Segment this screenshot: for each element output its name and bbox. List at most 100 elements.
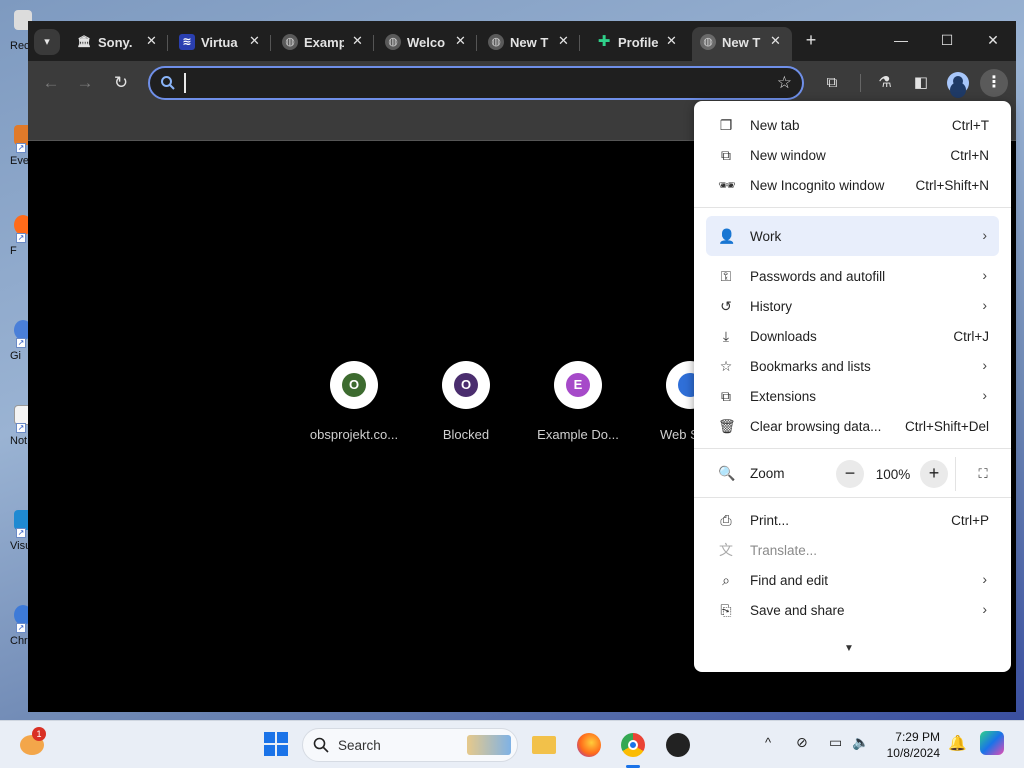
back-button[interactable]: ← — [40, 72, 62, 94]
menu-item-save-share[interactable]: ⎘ Save and share › — [694, 595, 1011, 625]
tab-title: New T — [510, 35, 549, 50]
address-input[interactable] — [184, 73, 744, 93]
taskbar-search[interactable]: Search — [302, 728, 518, 762]
reload-icon: ↻ — [113, 73, 129, 92]
start-button[interactable] — [263, 731, 291, 759]
tab[interactable]: ≋ Virtua ✕ — [171, 27, 271, 57]
menu-label: Bookmarks and lists — [750, 359, 871, 374]
display-icon[interactable]: ▭ — [829, 734, 842, 751]
taskbar-chrome[interactable] — [619, 731, 647, 759]
download-icon: ⤓ — [722, 328, 730, 344]
tab-title: Profile — [618, 35, 658, 50]
clock[interactable]: 7:29 PM 10/8/2024 — [887, 729, 940, 761]
taskbar-obs[interactable] — [664, 731, 692, 759]
close-icon[interactable]: ✕ — [666, 33, 677, 49]
bookmark-star-icon[interactable]: ☆ — [777, 73, 792, 93]
chevron-right-icon: › — [982, 387, 987, 403]
tab-active[interactable]: ◍ New T ✕ — [692, 27, 792, 61]
tab-title: Virtua — [201, 35, 238, 50]
extensions-button[interactable]: ⧉ — [821, 72, 843, 94]
menu-item-clear-data[interactable]: 🗑 Clear browsing data... Ctrl+Shift+Del — [694, 411, 1011, 441]
desktop-icon-label: Eve — [10, 155, 29, 167]
menu-item-history[interactable]: ↺ History › — [694, 291, 1011, 321]
search-icon — [313, 737, 329, 753]
taskbar-file-explorer[interactable] — [530, 731, 558, 759]
menu-item-passwords[interactable]: ⚿ Passwords and autofill › — [694, 261, 1011, 291]
minimize-button[interactable]: — — [886, 27, 916, 53]
folder-icon — [532, 736, 556, 754]
zoom-in-button[interactable]: + — [920, 460, 948, 488]
tab[interactable]: ◍ New T ✕ — [480, 27, 580, 57]
taskbar-firefox[interactable] — [575, 731, 603, 759]
chevron-up-icon[interactable]: ^ — [765, 735, 771, 750]
menu-item-print[interactable]: ⎙ Print... Ctrl+P — [694, 505, 1011, 535]
shortcut-tile[interactable]: O Blocked — [415, 361, 525, 451]
volume-icon[interactable]: 🔈 — [852, 734, 869, 751]
close-icon[interactable]: ✕ — [770, 33, 781, 49]
menu-label: Find and edit — [750, 573, 829, 588]
shortcut-arrow-icon: ↗ — [16, 143, 26, 153]
shortcut-letter: O — [454, 373, 478, 397]
new-tab-button[interactable]: + — [800, 29, 822, 51]
fullscreen-button[interactable]: ⛶ — [969, 460, 997, 488]
close-icon[interactable]: ✕ — [352, 33, 363, 49]
new-window-icon: ⧉ — [721, 147, 731, 163]
tab[interactable]: 🏛 Sony. ✕ — [68, 27, 168, 57]
menu-item-bookmarks[interactable]: ☆ Bookmarks and lists › — [694, 351, 1011, 381]
chevron-right-icon: › — [982, 227, 987, 243]
menu-label: New window — [750, 148, 826, 163]
fullscreen-icon: ⛶ — [978, 466, 988, 481]
menu-item-incognito[interactable]: 🕶 New Incognito window Ctrl+Shift+N — [694, 170, 1011, 200]
tab-separator — [579, 35, 580, 51]
key-icon: ⚿ — [720, 268, 732, 284]
menu-button[interactable]: ⋮ — [980, 69, 1008, 97]
side-panel-icon: ◧ — [913, 74, 929, 91]
chevron-right-icon: › — [982, 267, 987, 283]
labs-button[interactable]: ⚗ — [874, 72, 896, 94]
menu-label: New tab — [750, 118, 800, 133]
maximize-icon: ☐ — [940, 32, 954, 48]
shortcut-circle: E — [554, 361, 602, 409]
network-off-icon[interactable]: ⊘ — [796, 734, 808, 751]
menu-item-new-window[interactable]: ⧉ New window Ctrl+N — [694, 140, 1011, 170]
tab-separator — [373, 35, 374, 51]
shortcut-label: obsprojekt.co... — [309, 427, 399, 442]
close-icon[interactable]: ✕ — [455, 33, 466, 49]
tab[interactable]: ◍ Welco ✕ — [377, 27, 477, 57]
close-icon[interactable]: ✕ — [249, 33, 260, 49]
zoom-out-button[interactable]: − — [836, 460, 864, 488]
shortcut-tile[interactable]: E Example Do... — [527, 361, 637, 451]
tab[interactable]: ✚ Profile ✕ — [588, 27, 688, 57]
shortcut-tile[interactable]: Web S — [639, 361, 694, 451]
tab-search-button[interactable]: ▾ — [34, 29, 60, 55]
shortcut-tile[interactable]: O obsprojekt.co... — [303, 361, 413, 451]
close-icon[interactable]: ✕ — [558, 33, 569, 49]
menu-item-new-tab[interactable]: ❐ New tab Ctrl+T — [694, 110, 1011, 140]
menu-shortcut: Ctrl+Shift+Del — [904, 419, 989, 434]
weather-widget[interactable]: 1 — [20, 727, 48, 759]
copilot-icon[interactable] — [980, 731, 1004, 755]
close-window-button[interactable]: ✕ — [978, 27, 1008, 53]
maximize-button[interactable]: ☐ — [932, 27, 962, 53]
menu-shortcut: Ctrl+T — [951, 118, 989, 133]
menu-item-profile[interactable]: 👤 Work › — [706, 216, 999, 256]
shortcut-arrow-icon: ↗ — [16, 423, 26, 433]
chevron-right-icon: › — [982, 571, 987, 587]
close-icon[interactable]: ✕ — [146, 33, 157, 49]
bell-icon[interactable]: 🔔 — [948, 734, 967, 752]
menu-label: Passwords and autofill — [750, 269, 886, 284]
side-panel-button[interactable]: ◧ — [910, 72, 932, 94]
forward-button[interactable]: → — [74, 72, 96, 94]
plus-icon: + — [928, 463, 940, 483]
menu-item-find-edit[interactable]: ⌕ Find and edit › — [694, 565, 1011, 595]
menu-shortcut: Ctrl+N — [950, 148, 989, 163]
profile-avatar[interactable] — [947, 72, 969, 94]
menu-item-extensions[interactable]: ⧉ Extensions › — [694, 381, 1011, 411]
scroll-down-icon[interactable]: ▼ — [844, 643, 854, 654]
address-bar[interactable]: ☆ — [148, 66, 804, 100]
menu-shortcut: Ctrl+Shift+N — [915, 178, 989, 193]
menu-item-downloads[interactable]: ⤓ Downloads Ctrl+J — [694, 321, 1011, 351]
globe-icon: ◍ — [488, 34, 504, 50]
tab[interactable]: ◍ Examp ✕ — [274, 27, 374, 57]
reload-button[interactable]: ↻ — [110, 72, 132, 94]
